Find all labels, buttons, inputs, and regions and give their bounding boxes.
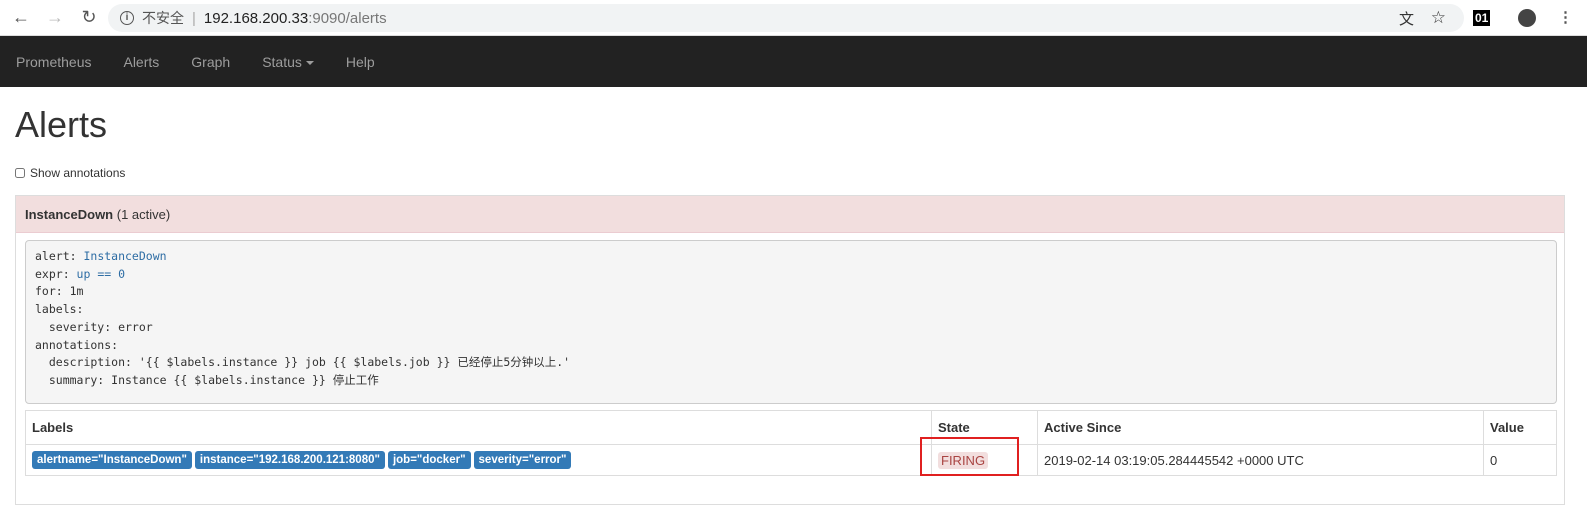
show-annotations-toggle[interactable]: Show annotations (15, 166, 125, 180)
brand-link[interactable]: Prometheus (16, 54, 91, 70)
labels-cell: alertname="InstanceDown" instance="192.16… (25, 444, 932, 476)
page-title: Alerts (15, 104, 108, 145)
highlight-box (920, 437, 1019, 476)
url-path: :9090/alerts (308, 9, 387, 27)
rule-line: summary: Instance {{ $labels.instance }}… (35, 372, 1547, 390)
rule-line: for: 1m (35, 283, 1547, 301)
alert-rule-definition: alert: InstanceDown expr: up == 0 for: 1m l… (25, 240, 1557, 404)
label-badge: alertname="InstanceDown" (32, 451, 192, 469)
address-bar[interactable]: i 不安全 | 192.168.200.33:9090/alerts ⽂ ☆ (108, 4, 1464, 32)
rule-key: summary: Instance {{ $labels.instance }}… (35, 372, 379, 387)
divider: | (192, 9, 196, 27)
rule-line: description: '{{ $labels.instance }} job… (35, 354, 1547, 372)
nav-status[interactable]: Status (262, 54, 314, 70)
alert-group-header[interactable]: InstanceDown (1 active) (16, 196, 1564, 233)
label-badge: instance="192.168.200.121:8080" (194, 451, 385, 469)
table-header-row: Labels State Active Since Value (25, 410, 1557, 445)
forward-icon[interactable]: → (42, 7, 68, 28)
nav-graph[interactable]: Graph (191, 54, 230, 70)
header-active-since: Active Since (1037, 410, 1484, 445)
nav-help[interactable]: Help (346, 54, 375, 70)
rule-key: annotations: (35, 337, 119, 352)
nav-alerts[interactable]: Alerts (123, 54, 159, 70)
url-host: 192.168.200.33 (203, 9, 309, 27)
extension-icon[interactable]: 01 (1473, 10, 1491, 26)
alert-name: InstanceDown (25, 207, 114, 222)
back-icon[interactable]: ← (8, 7, 34, 28)
label-badge: severity="error" (473, 451, 572, 469)
table-row: alertname="InstanceDown" instance="192.16… (25, 444, 1557, 476)
rule-key: for: 1m (35, 284, 84, 299)
show-annotations-checkbox[interactable] (15, 168, 25, 178)
reload-icon[interactable]: ↻ (76, 7, 102, 28)
alerts-table: Labels State Active Since Value alertnam… (25, 410, 1557, 476)
translate-icon[interactable]: ⽂ (1399, 8, 1414, 29)
value-cell: 0 (1483, 444, 1557, 476)
rule-line: expr: up == 0 (35, 266, 1547, 284)
caret-down-icon (305, 60, 314, 65)
alert-group-panel: InstanceDown (1 active) alert: InstanceD… (15, 195, 1565, 505)
navbar: Prometheus Alerts Graph Status Help (0, 36, 1587, 87)
active-count: (1 active) (116, 207, 171, 222)
rule-line: annotations: (35, 337, 1547, 355)
avatar[interactable] (1518, 9, 1536, 27)
security-label: 不安全 (142, 10, 184, 26)
active-since-cell: 2019-02-14 03:19:05.284445542 +0000 UTC (1037, 444, 1484, 476)
label-badge: job="docker" (387, 451, 471, 469)
show-annotations-label: Show annotations (30, 166, 126, 180)
rule-key: labels: (35, 302, 84, 317)
star-icon[interactable]: ☆ (1431, 8, 1446, 28)
nav-status-label: Status (262, 53, 302, 70)
rule-line: severity: error (35, 319, 1547, 337)
menu-icon[interactable]: ⋮ (1558, 8, 1573, 26)
rule-key: expr: (35, 266, 77, 281)
header-value: Value (1483, 410, 1557, 445)
header-labels: Labels (25, 410, 932, 445)
rule-key: severity: error (35, 319, 153, 334)
info-icon[interactable]: i (120, 11, 134, 25)
rule-line: labels: (35, 301, 1547, 319)
rule-value: up == 0 (76, 266, 126, 281)
rule-line: alert: InstanceDown (35, 248, 1547, 266)
rule-key: alert: (35, 249, 84, 263)
rule-key: description: '{{ $labels.instance }} job… (35, 355, 571, 370)
rule-value: InstanceDown (83, 249, 167, 263)
